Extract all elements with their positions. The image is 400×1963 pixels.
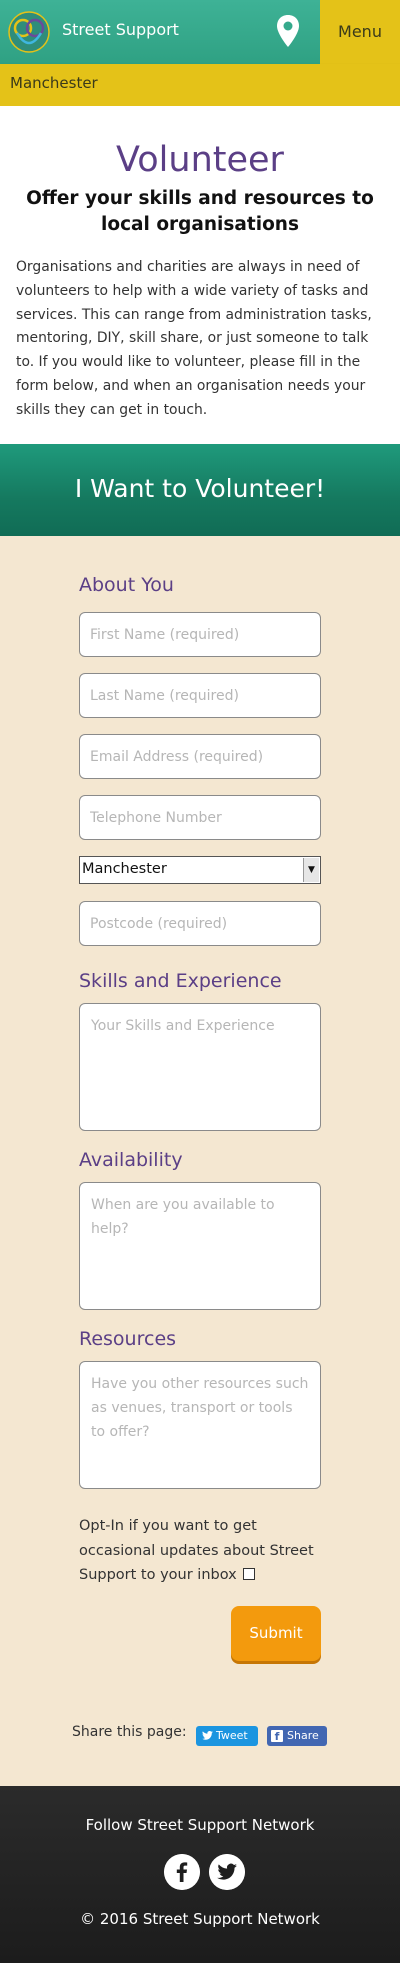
copyright-text: © 2016 Street Support Network	[80, 1910, 320, 1928]
twitter-icon[interactable]	[209, 1854, 245, 1890]
telephone-field[interactable]	[79, 795, 321, 840]
city-select[interactable]: Manchester ▼	[79, 856, 321, 884]
optin-label: Opt-In if you want to get occasional upd…	[79, 1518, 314, 1583]
submit-button[interactable]: Submit	[231, 1606, 321, 1661]
postcode-field[interactable]	[79, 901, 321, 946]
map-pin-icon[interactable]	[276, 14, 300, 48]
page-title: Volunteer	[116, 140, 284, 180]
tweet-button[interactable]: Tweet	[196, 1726, 258, 1746]
chevron-down-icon: ▼	[303, 858, 319, 882]
about-you-heading: About You	[79, 574, 174, 596]
street-support-logo-icon[interactable]	[8, 11, 50, 53]
resources-heading: Resources	[79, 1328, 177, 1350]
last-name-field[interactable]	[79, 673, 321, 718]
first-name-field[interactable]	[79, 612, 321, 657]
page-subtitle: Offer your skills and resources to local…	[26, 188, 374, 235]
intro-paragraph: Organisations and charities are always i…	[16, 259, 372, 418]
city-select-value: Manchester	[82, 861, 167, 877]
volunteer-banner: I Want to Volunteer!	[0, 444, 400, 536]
facebook-icon: f	[271, 1730, 283, 1743]
city-selector[interactable]: Manchester	[0, 64, 400, 106]
optin-section: Opt-In if you want to get occasional upd…	[79, 1514, 329, 1588]
resources-textarea[interactable]: Have you other resources such as venues,…	[79, 1361, 321, 1489]
banner-title: I Want to Volunteer!	[74, 474, 326, 503]
site-footer: Follow Street Support Network © 2016 Str…	[0, 1786, 400, 1963]
twitter-bird-icon	[202, 1730, 213, 1740]
availability-heading: Availability	[79, 1149, 183, 1171]
share-label: Share this page:	[72, 1724, 187, 1740]
intro-section: Volunteer Offer your skills and resource…	[0, 106, 400, 444]
menu-button[interactable]: Menu	[320, 0, 400, 64]
optin-checkbox[interactable]	[243, 1568, 256, 1580]
brand-name[interactable]: Street Support	[62, 20, 179, 39]
availability-textarea[interactable]: When are you available to help?	[79, 1182, 321, 1310]
tweet-label: Tweet	[216, 1729, 248, 1742]
follow-heading: Follow Street Support Network	[85, 1816, 315, 1834]
email-field[interactable]	[79, 734, 321, 779]
skills-textarea[interactable]: Your Skills and Experience	[79, 1003, 321, 1131]
skills-heading: Skills and Experience	[79, 970, 282, 992]
volunteer-form-area	[0, 536, 400, 1786]
facebook-icon[interactable]	[164, 1854, 200, 1890]
site-header: Street Support Menu	[0, 0, 400, 64]
facebook-share-button[interactable]: f Share	[267, 1726, 327, 1746]
facebook-share-label: Share	[287, 1729, 319, 1742]
